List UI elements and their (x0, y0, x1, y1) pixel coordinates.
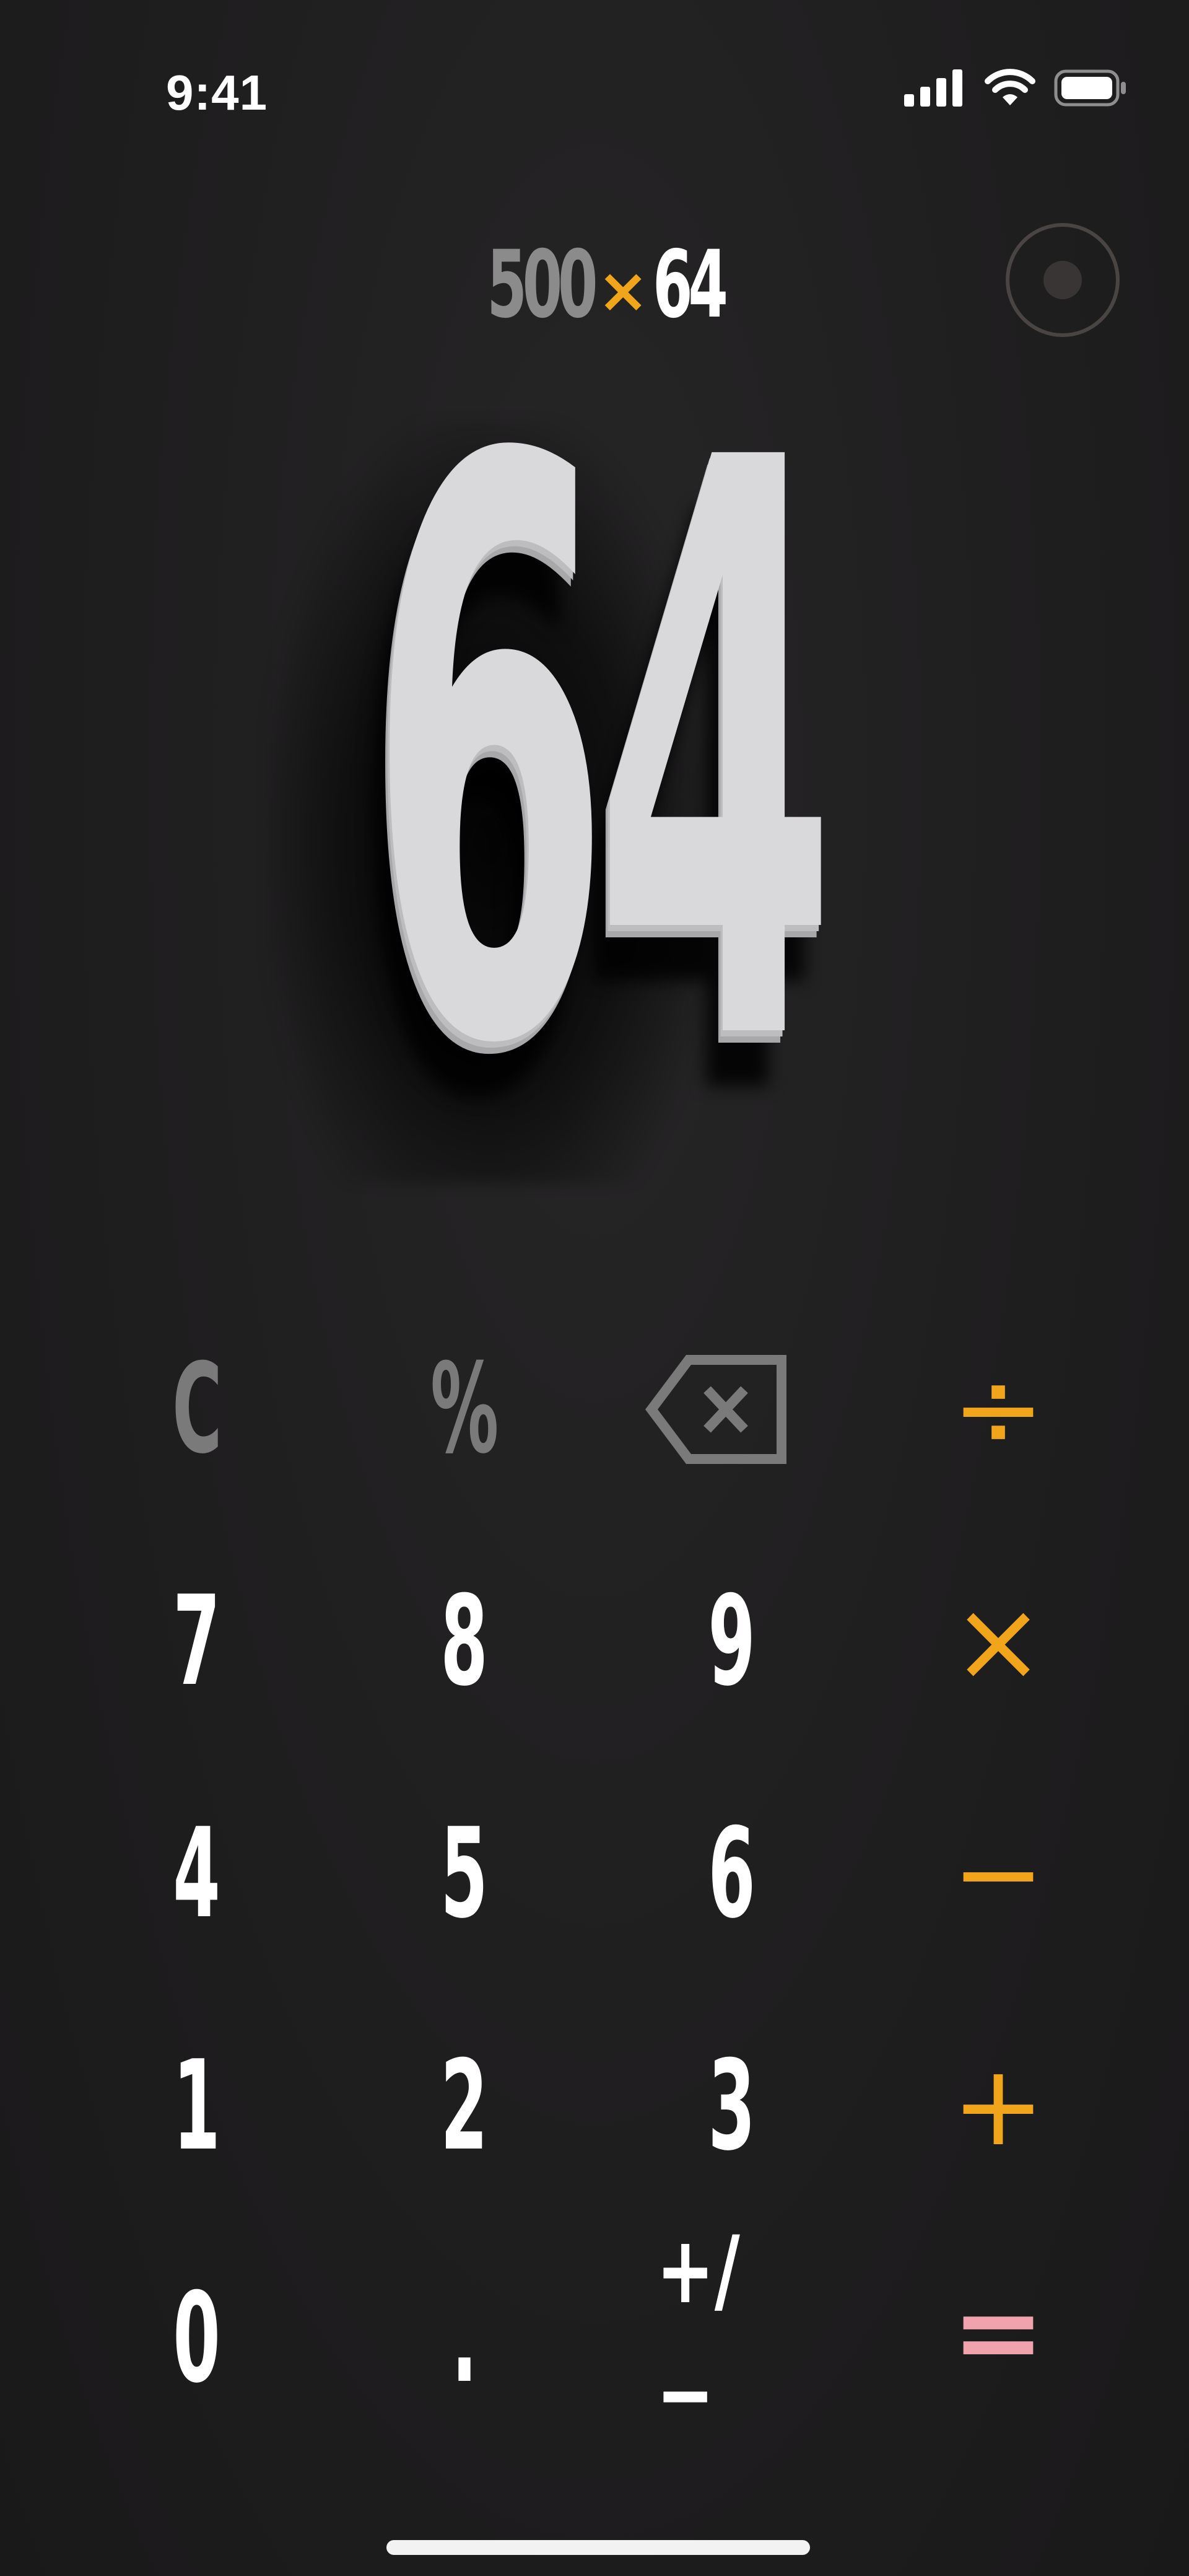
clear-button[interactable]: C (104, 1316, 290, 1502)
digit-3-button[interactable]: 3 (639, 2013, 825, 2199)
subtract-label: − (951, 1809, 1045, 1939)
digit-1-label: 1 (173, 2034, 221, 2178)
decimal-label: . (451, 2266, 477, 2411)
digit-6-button[interactable]: 6 (639, 1781, 825, 1967)
home-indicator[interactable] (386, 2540, 810, 2555)
digit-5-label: 5 (440, 1802, 489, 1946)
digit-5-button[interactable]: 5 (372, 1781, 557, 1967)
status-time: 9:41 (166, 65, 268, 120)
multiply-button[interactable]: × (905, 1549, 1091, 1735)
digit-7-label: 7 (173, 1569, 221, 1714)
record-icon (1043, 261, 1082, 299)
digit-2-label: 2 (440, 2034, 489, 2178)
digit-2-button[interactable]: 2 (372, 2013, 557, 2199)
cellular-signal-icon (904, 69, 962, 107)
sign-toggle-button[interactable]: +/− (633, 2217, 819, 2448)
digit-1-button[interactable]: 1 (104, 2013, 290, 2199)
percent-label: % (430, 1337, 499, 1481)
calculator-app: 9:41 500×64 64 C % ÷ 7 8 9 × 4 5 6 − 1 2… (0, 0, 1189, 2576)
status-icons (904, 68, 1127, 108)
digit-9-button[interactable]: 9 (639, 1549, 825, 1735)
decimal-button[interactable]: . (372, 2246, 557, 2432)
digit-4-label: 4 (173, 1802, 221, 1946)
display-value-text: 64 (368, 294, 837, 1217)
backspace-button[interactable] (627, 1316, 812, 1502)
sign-toggle-label: +/− (656, 2217, 740, 2448)
digit-0-button[interactable]: 0 (104, 2246, 290, 2432)
battery-icon (1054, 69, 1126, 107)
digit-6-label: 6 (708, 1802, 756, 1946)
percent-button[interactable]: % (372, 1316, 557, 1502)
digit-3-label: 3 (708, 2034, 756, 2178)
divide-label: ÷ (951, 1344, 1045, 1474)
equals-label: = (951, 2267, 1045, 2397)
add-button[interactable]: + (905, 2013, 1091, 2199)
wifi-icon (985, 69, 1035, 105)
digit-9-label: 9 (708, 1569, 756, 1714)
equals-button[interactable]: = (905, 2240, 1091, 2425)
divide-button[interactable]: ÷ (905, 1316, 1091, 1502)
add-label: + (951, 2041, 1045, 2171)
digit-0-label: 0 (173, 2266, 221, 2411)
digit-8-button[interactable]: 8 (372, 1549, 557, 1735)
digit-4-button[interactable]: 4 (104, 1781, 290, 1967)
multiply-label: × (951, 1577, 1045, 1706)
subtract-button[interactable]: − (905, 1781, 1091, 1967)
status-bar: 9:41 (0, 0, 1189, 186)
record-button[interactable] (1006, 223, 1120, 337)
digit-7-button[interactable]: 7 (104, 1549, 290, 1735)
clear-label: C (172, 1337, 222, 1481)
keypad: C % ÷ 7 8 9 × 4 5 6 − 1 2 3 + 0 . +/− = (0, 1338, 1189, 2449)
display-value: 64 (0, 347, 1189, 1165)
main-display: 64 (0, 347, 1189, 1202)
digit-8-label: 8 (440, 1569, 489, 1714)
backspace-icon (645, 1355, 786, 1464)
